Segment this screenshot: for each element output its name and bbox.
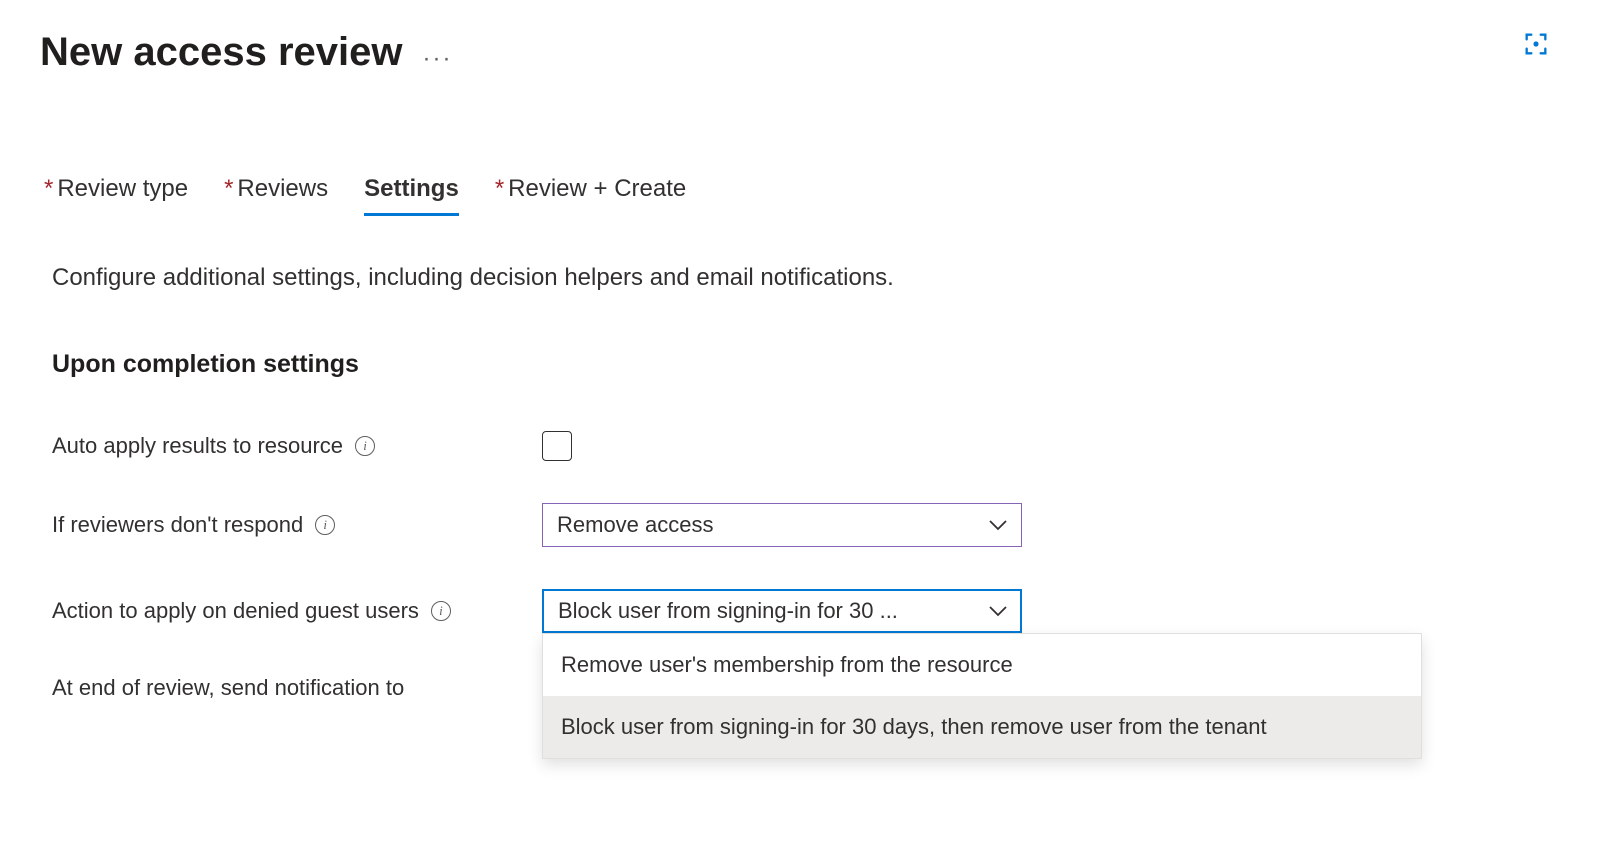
label-text: Auto apply results to resource [52, 433, 343, 459]
tab-settings[interactable]: Settings [364, 175, 459, 216]
label-text: At end of review, send notification to [52, 675, 404, 701]
tab-description: Configure additional settings, including… [40, 264, 1562, 292]
label-auto-apply: Auto apply results to resource [52, 433, 542, 459]
label-no-response: If reviewers don't respond [52, 512, 542, 538]
page-header: New access review ··· [40, 30, 1562, 75]
select-no-response[interactable]: Remove access [542, 503, 1022, 547]
label-notification: At end of review, send notification to [52, 675, 542, 701]
more-actions-button[interactable]: ··· [422, 33, 452, 73]
row-no-response: If reviewers don't respond Remove access [40, 503, 1562, 547]
section-heading-completion: Upon completion settings [40, 350, 1562, 379]
tab-reviews[interactable]: *Reviews [224, 175, 328, 216]
label-text: Action to apply on denied guest users [52, 598, 419, 624]
required-asterisk: * [224, 175, 233, 202]
info-icon[interactable] [315, 515, 335, 535]
page-title: New access review [40, 30, 402, 75]
required-asterisk: * [495, 175, 504, 202]
select-wrap-no-response: Remove access [542, 503, 1022, 547]
checkbox-auto-apply[interactable] [542, 431, 572, 461]
tab-review-create[interactable]: *Review + Create [495, 175, 686, 216]
tab-label: Review type [57, 175, 188, 202]
row-denied-guest: Action to apply on denied guest users Bl… [40, 589, 1562, 633]
label-text: If reviewers don't respond [52, 512, 303, 538]
tab-label: Review + Create [508, 175, 686, 202]
dropdown-option[interactable]: Block user from signing-in for 30 days, … [543, 696, 1421, 758]
focus-mode-icon[interactable] [1522, 30, 1550, 58]
dropdown-denied-guest: Remove user's membership from the resour… [542, 633, 1422, 759]
info-icon[interactable] [431, 601, 451, 621]
select-value: Block user from signing-in for 30 ... [558, 598, 898, 624]
select-denied-guest[interactable]: Block user from signing-in for 30 ... [542, 589, 1022, 633]
select-wrap-denied-guest: Block user from signing-in for 30 ... Re… [542, 589, 1022, 633]
row-auto-apply: Auto apply results to resource [40, 431, 1562, 461]
tab-label: Settings [364, 175, 459, 202]
tab-review-type[interactable]: *Review type [44, 175, 188, 216]
required-asterisk: * [44, 175, 53, 202]
select-value: Remove access [557, 512, 714, 538]
info-icon[interactable] [355, 436, 375, 456]
label-denied-guest: Action to apply on denied guest users [52, 598, 542, 624]
dropdown-option[interactable]: Remove user's membership from the resour… [543, 634, 1421, 696]
tab-label: Reviews [237, 175, 328, 202]
wizard-tabs: *Review type *Reviews Settings *Review +… [40, 175, 1562, 216]
